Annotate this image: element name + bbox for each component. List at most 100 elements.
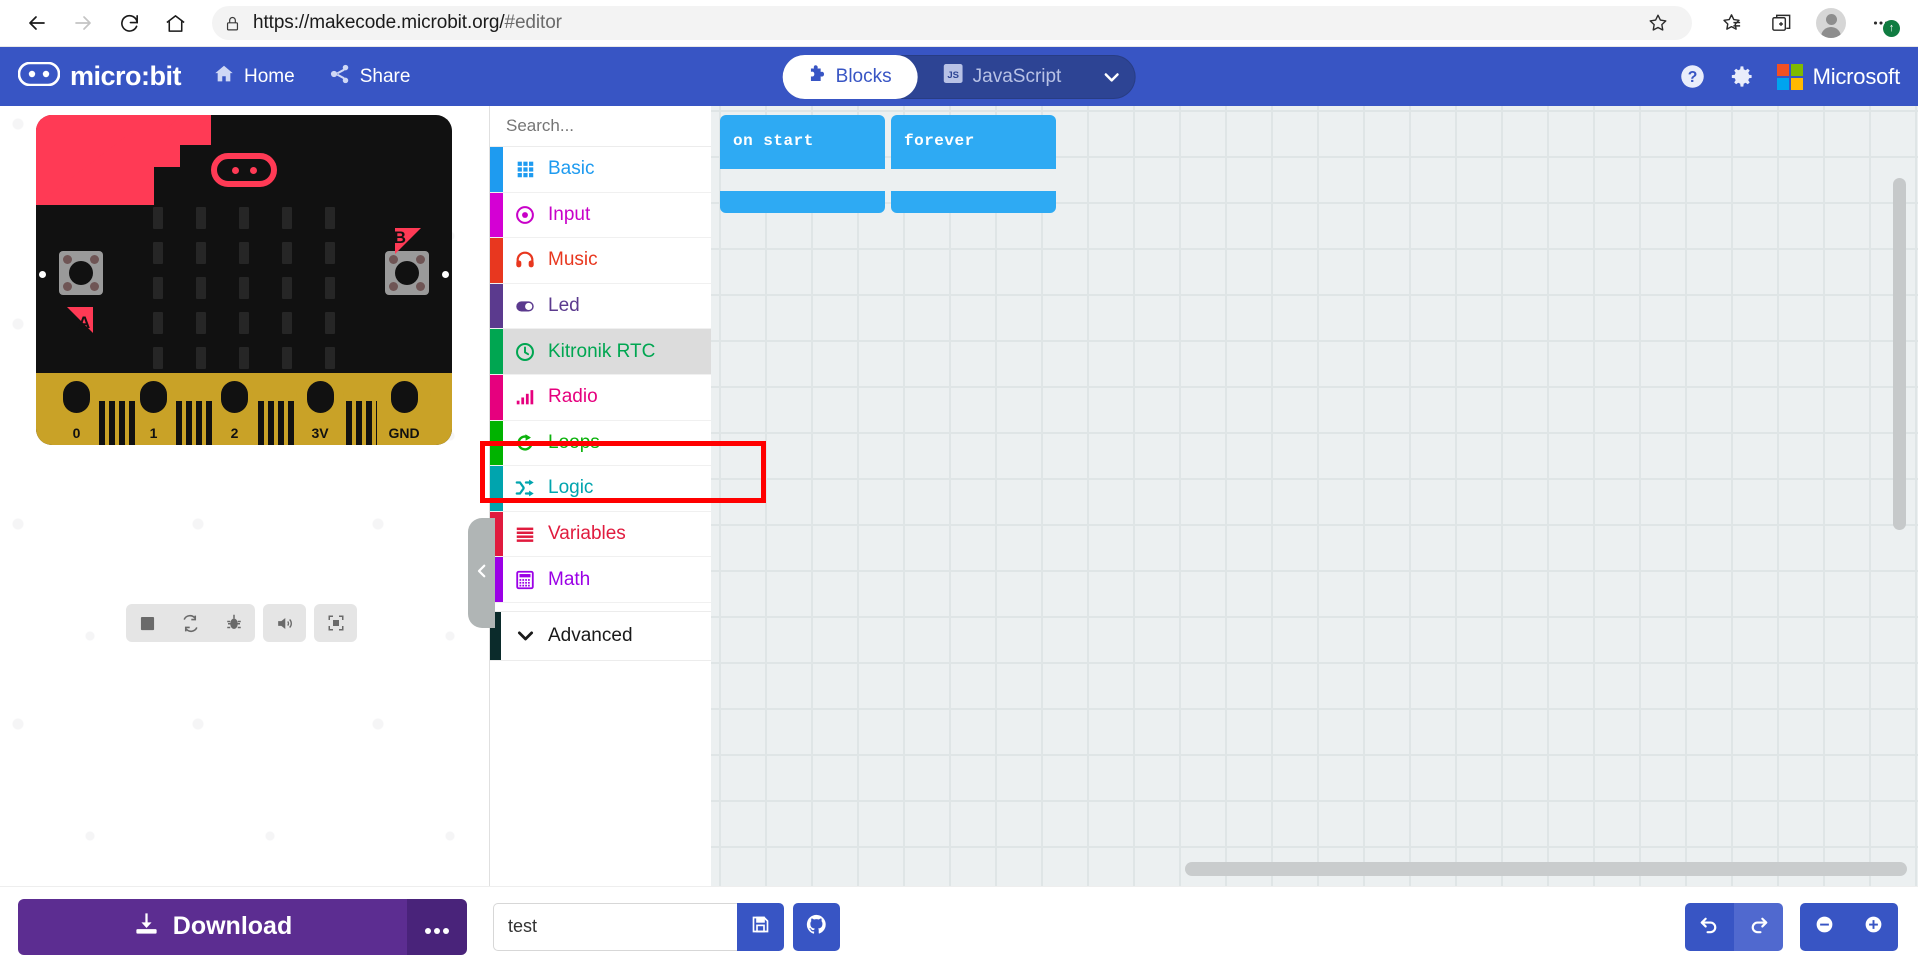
restart-refresh-icon[interactable] (169, 604, 212, 642)
button-b[interactable] (385, 251, 429, 295)
calculator-icon (508, 569, 542, 591)
fullscreen-expand-icon[interactable] (314, 604, 357, 642)
block-footer (891, 191, 1056, 213)
headphones-icon (508, 249, 542, 271)
category-label: Variables (548, 523, 626, 545)
home-label: Home (244, 65, 295, 87)
loop-arrow-icon (508, 432, 542, 454)
chevron-down-icon[interactable] (1087, 55, 1135, 99)
home-button[interactable]: Home (209, 57, 299, 97)
toolbox-collapse-button[interactable] (468, 518, 495, 628)
project-name-input[interactable] (493, 902, 737, 951)
download-button[interactable]: Download (18, 898, 407, 955)
add-favorite-star-icon[interactable] (1636, 6, 1680, 40)
microbit-logo-touch-icon[interactable] (211, 153, 277, 187)
browser-action-buttons: ↑ (1702, 3, 1904, 43)
tab-javascript[interactable]: JS JavaScript (918, 55, 1088, 99)
toolbox-category-basic[interactable]: Basic (490, 147, 711, 193)
share-button[interactable]: Share (325, 57, 415, 97)
target-dot-icon (508, 204, 542, 226)
share-nodes-icon (329, 63, 351, 91)
undo-redo-group (1685, 902, 1783, 951)
toolbox-category-radio[interactable]: Radio (490, 374, 711, 421)
toolbox-category-input[interactable]: Input (490, 192, 711, 239)
button-a[interactable] (59, 251, 103, 295)
puzzle-piece-icon (809, 64, 826, 89)
stop-square-icon[interactable] (126, 604, 169, 642)
address-bar[interactable]: https://makecode.microbit.org/#editor (212, 6, 1692, 40)
lock-icon (224, 15, 241, 32)
category-label: Kitronik RTC (548, 340, 656, 362)
zoom-in-button[interactable] (1849, 902, 1898, 951)
toolbox-category-music[interactable]: Music (490, 238, 711, 284)
undo-button[interactable] (1685, 902, 1734, 951)
workspace-vertical-scrollbar[interactable] (1893, 178, 1906, 530)
block-on-start[interactable]: on start (720, 115, 885, 213)
ellipsis-icon (424, 911, 450, 942)
microbit-brand[interactable]: micro:bit (0, 61, 182, 92)
pin-pad-0[interactable]: 0 (58, 377, 95, 445)
pin-pad-1[interactable]: 1 (135, 377, 172, 445)
category-label: Logic (548, 477, 594, 499)
toolbox-category-logic[interactable]: Logic (490, 466, 711, 512)
category-label: Loops (548, 431, 600, 453)
search-input[interactable] (506, 116, 727, 136)
chevron-left-icon (473, 562, 491, 585)
home-icon[interactable] (152, 3, 198, 43)
home-icon (213, 63, 235, 91)
bug-icon[interactable] (212, 604, 255, 642)
tab-blocks-label: Blocks (835, 65, 892, 87)
split-screen-new-tab-icon[interactable] (1758, 3, 1804, 43)
toolbox-advanced-row[interactable]: Advanced (490, 610, 711, 661)
header-nav-links: Home Share (209, 57, 414, 97)
editor-bottom-bar: Download (0, 886, 1918, 966)
download-button-group: Download (18, 898, 467, 955)
microsoft-label: Microsoft (1812, 63, 1901, 89)
workspace-horizontal-scrollbar[interactable] (1185, 862, 1907, 876)
block-footer (720, 191, 885, 213)
pin-pad-2[interactable]: 2 (216, 377, 253, 445)
edge-dot-left (39, 271, 46, 278)
shuffle-arrows-icon (508, 477, 542, 499)
reload-icon[interactable] (106, 3, 152, 43)
more-options-icon[interactable]: ↑ (1858, 3, 1904, 43)
zoom-out-button[interactable] (1800, 902, 1849, 951)
back-arrow-icon[interactable] (14, 3, 60, 43)
toolbox-category-loops[interactable]: Loops (490, 420, 711, 467)
category-label: Basic (548, 158, 595, 180)
download-more-options-button[interactable] (407, 898, 467, 955)
microsoft-brand[interactable]: Microsoft (1776, 63, 1901, 90)
category-color-bar (490, 374, 503, 420)
speaker-volume-icon[interactable] (263, 604, 306, 642)
toolbox-category-list: Basic Input Music Led Kitronik RTC Radio Loops… (490, 147, 711, 603)
tab-blocks[interactable]: Blocks (782, 54, 918, 99)
collections-icon[interactable] (1708, 3, 1754, 43)
brand-name: micro:bit (70, 61, 182, 91)
block-label: on start (733, 132, 814, 150)
block-label: forever (904, 132, 975, 150)
share-label: Share (359, 65, 411, 87)
category-label: Led (548, 295, 580, 317)
toolbox-category-led[interactable]: Led (490, 283, 711, 330)
microbit-board[interactable]: A B 0 1 2 3V GND (36, 115, 452, 445)
toolbox-category-math[interactable]: Math (490, 557, 711, 603)
redo-button[interactable] (1734, 902, 1783, 951)
download-arrow-icon (133, 910, 160, 944)
makecode-header: micro:bit Home Share Blocks JS JavaScrip… (0, 47, 1918, 106)
toggle-switch-icon (508, 295, 542, 317)
block-forever[interactable]: forever (891, 115, 1056, 213)
button-b-label: B (393, 228, 406, 247)
microsoft-logo-icon (1776, 63, 1803, 90)
workspace-action-buttons (1685, 902, 1918, 951)
toolbox-category-kitronik-rtc[interactable]: Kitronik RTC (490, 329, 711, 375)
profile-avatar-icon[interactable] (1808, 3, 1854, 43)
gear-icon[interactable] (1728, 63, 1755, 90)
save-project-button[interactable] (737, 902, 784, 951)
editor-mode-toggle: Blocks JS JavaScript (782, 54, 1136, 99)
blocks-workspace[interactable]: on start forever (711, 106, 1918, 886)
toolbox-category-variables[interactable]: Variables (490, 511, 711, 558)
pin-pad-3v[interactable]: 3V (296, 377, 344, 445)
pin-pad-gnd[interactable]: GND (377, 377, 431, 445)
github-button[interactable] (793, 902, 840, 951)
help-circle-icon[interactable]: ? (1679, 63, 1706, 90)
